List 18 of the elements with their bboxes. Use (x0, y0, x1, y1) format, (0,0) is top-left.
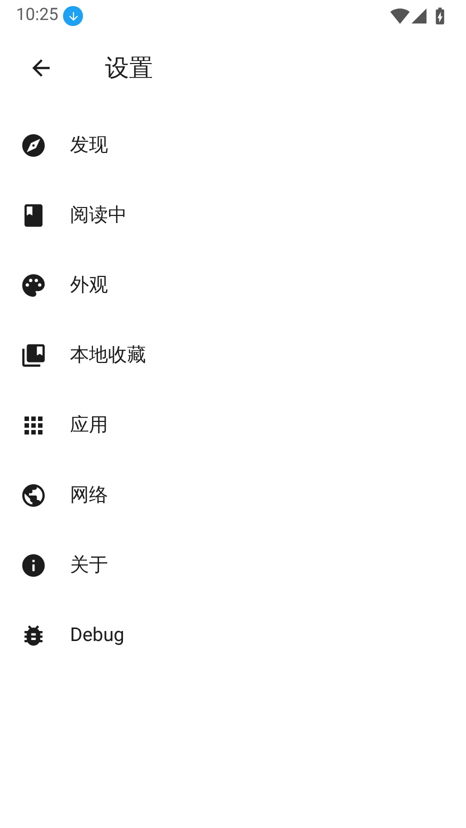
download-icon (63, 6, 84, 26)
settings-item[interactable]: 阅读中 (0, 180, 466, 250)
settings-item[interactable]: 本地收藏 (0, 320, 466, 390)
wifi-icon (390, 6, 410, 26)
bookmark-stack-icon (20, 342, 47, 368)
settings-item[interactable]: 应用 (0, 390, 466, 460)
info-icon (20, 552, 47, 578)
compass-icon (20, 132, 47, 158)
settings-item[interactable]: 网络 (0, 460, 466, 530)
settings-item[interactable]: 外观 (0, 250, 466, 320)
page-title: 设置 (105, 53, 153, 84)
settings-item[interactable]: 发现 (0, 110, 466, 180)
palette-icon (20, 272, 47, 298)
globe-icon (20, 482, 47, 508)
settings-item[interactable]: 关于 (0, 530, 466, 600)
settings-item[interactable]: Debug (0, 600, 466, 670)
signal-icon (410, 7, 428, 25)
status-time: 10:25 (16, 4, 58, 28)
